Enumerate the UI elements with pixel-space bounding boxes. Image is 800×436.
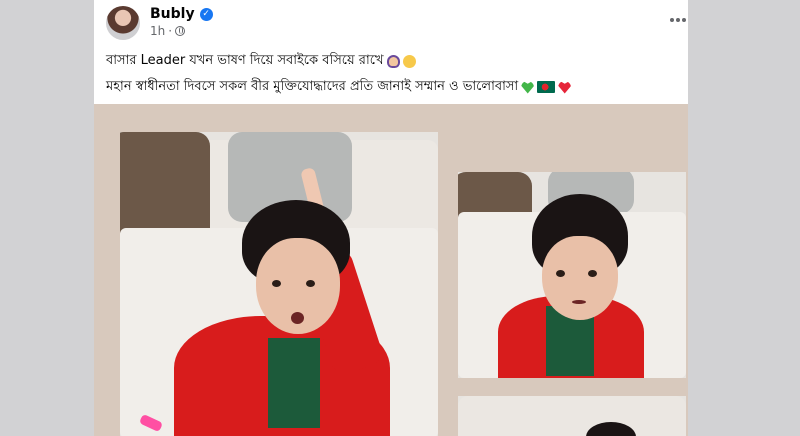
smiling-face-emoji [402,54,416,68]
right-eye [306,280,315,287]
bangladesh-flag-emoji [537,81,556,93]
post-time[interactable]: 1h [150,24,165,38]
person-raising-hand-emoji [386,54,400,68]
post-card: Bubly ✓ 1h · বাসার Leader যখন ভাষণ দিয়ে… [94,0,688,436]
post-meta: 1h · [150,24,186,38]
child-figure [120,132,438,436]
green-heart-emoji [521,81,535,94]
green-shirt [268,338,320,428]
caption-line-1-text: বাসার Leader যখন ভাষণ দিয়ে সবাইকে বসিয়… [106,53,384,68]
meta-separator: · [168,24,173,38]
globe-icon [175,26,186,36]
post-media [94,104,688,436]
author-name[interactable]: Bubly [150,6,195,22]
red-heart-emoji [558,81,572,94]
right-eye [588,270,597,277]
toy [138,413,164,433]
avatar[interactable] [106,6,140,40]
caption-line-2: মহান স্বাধীনতা দিবসে সকল বীর মুক্তিযোদ্ধ… [106,74,680,100]
mouth [572,300,586,304]
face [542,236,618,320]
verified-badge-icon: ✓ [199,7,213,21]
right-photo[interactable] [458,172,686,378]
left-eye [272,280,281,287]
author-row: Bubly ✓ [150,5,213,23]
mouth [291,312,304,324]
caption-line-1: বাসার Leader যখন ভাষণ দিয়ে সবাইকে বসিয়… [106,48,680,74]
post-header: Bubly ✓ 1h · [94,0,688,44]
more-options-icon[interactable] [666,12,688,28]
sofa [458,396,686,436]
bottom-photo[interactable] [458,396,686,436]
left-eye [556,270,565,277]
main-photo[interactable] [120,132,438,436]
post-caption: বাসার Leader যখন ভাষণ দিয়ে সবাইকে বসিয়… [106,48,680,100]
child-figure [458,172,686,378]
caption-line-2-text: মহান স্বাধীনতা দিবসে সকল বীর মুক্তিযোদ্ধ… [106,79,519,94]
